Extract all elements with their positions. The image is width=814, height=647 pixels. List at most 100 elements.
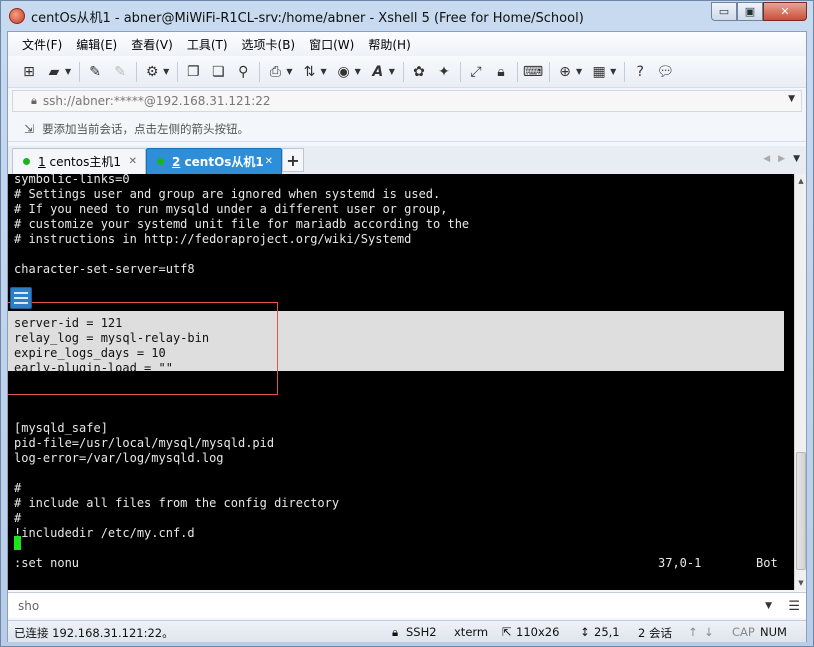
terminal-scrollbar[interactable]: ▲ ▼ [794,174,806,590]
connection-status: 已连接 192.168.31.121:22。 [14,626,174,640]
fullscreen-icon[interactable]: ⤢ [467,63,485,81]
vim-command-line: :set nonu [14,556,80,570]
tab-number: 2 [172,154,181,169]
disconnect-icon[interactable]: ✎ [111,63,129,81]
chevron-down-icon[interactable]: ▼ [286,67,292,76]
paste-icon[interactable]: ❏ [209,63,227,81]
highlight-annotation-box [8,302,278,395]
terminal-line: # instructions in http://fedoraproject.o… [14,232,412,246]
tab-next-icon[interactable]: ▶ [778,154,785,164]
terminal-line: # If you need to run mysqld under a diff… [14,202,448,216]
terminal-line: pid-file=/usr/local/mysql/mysqld.pid [14,436,275,450]
toolbar-separator [136,61,138,82]
terminal-line: # include all files from the config dire… [14,496,340,510]
close-icon[interactable]: ✕ [129,156,137,167]
connected-status-icon [157,158,164,165]
menu-file[interactable]: 文件(F) [22,36,62,53]
scroll-thumb[interactable] [796,452,806,570]
chat-icon[interactable]: 💬︎ [656,63,674,81]
font-icon[interactable]: A [369,63,387,81]
menu-window[interactable]: 窗口(W) [309,36,354,53]
address-input[interactable]: ssh://abner:*****@192.168.31.121:22 [43,94,271,108]
window-controls: ▭ ▣ ✕ [711,2,807,21]
num-lock-indicator: NUM [760,625,787,639]
terminal-line: symbolic-links=0 [14,174,130,186]
compose-input[interactable] [18,598,718,613]
chevron-down-icon[interactable]: ▼ [610,67,616,76]
help-icon[interactable]: ? [631,63,649,81]
toolbar-separator [259,61,261,82]
add-session-arrow-icon[interactable]: ⇲ [24,122,34,136]
chevron-down-icon[interactable]: ▼ [576,67,582,76]
restore-button[interactable]: ▣ [737,2,763,21]
menu-tools[interactable]: 工具(T) [187,36,228,53]
session-up-icon[interactable]: ↑ [688,625,698,639]
find-icon[interactable]: ⚲ [234,63,252,81]
chevron-down-icon[interactable]: ▼ [389,67,395,76]
cursor-position: 25,1 [594,625,620,639]
chevron-down-icon[interactable]: ▼ [793,154,800,164]
title-bar[interactable]: centOs从机1 - abner@MiWiFi-R1CL-srv:/home/… [1,1,813,31]
close-icon[interactable]: ✕ [265,156,273,167]
chevron-down-icon[interactable]: ▼ [320,67,326,76]
terminal-line: # Settings user and group are ignored wh… [14,187,441,201]
cursor-position-icon: ↕ [580,625,590,639]
terminal[interactable]: symbolic-links=0 # Settings user and gro… [8,174,794,590]
tab-centos-slave1[interactable]: 2 centOs从机1 ✕ [146,148,282,174]
tab-prev-icon[interactable]: ◀ [763,154,770,164]
scroll-up-icon[interactable]: ▲ [795,174,807,188]
chevron-down-icon[interactable]: ▼ [788,94,795,104]
tab-label: centOs从机1 [184,155,264,169]
menu-help[interactable]: 帮助(H) [368,36,410,53]
menu-view[interactable]: 查看(V) [131,36,173,53]
connected-status-icon [23,158,30,165]
chevron-down-icon[interactable]: ▼ [65,67,71,76]
add-tab-button[interactable]: + [282,148,304,172]
lock-icon[interactable]: 🔒︎ [492,63,510,81]
minimize-button[interactable]: ▭ [711,2,737,21]
compose-bar: ▼ ☰ [8,592,806,618]
quick-menu-icon[interactable] [10,287,32,309]
tab-centos-host1[interactable]: 1 centos主机1 ✕ [12,148,146,174]
hamburger-menu-icon[interactable]: ☰ [788,599,800,614]
keyboard-icon[interactable]: ⌨ [523,63,543,81]
session-hint-bar: ⇲ 要添加当前会话，点击左侧的箭头按钮。 [8,116,806,142]
protocol-label: SSH2 [406,625,437,639]
toolbar: ⊞ ▰ ▼ ✎ ✎ ⚙ ▼ ❐ ❏ ⚲ ⎙ ▼ ⇅ ▼ ◉ ▼ A ▼ ✿ ✦ [8,56,806,88]
open-folder-icon[interactable]: ▰ [45,63,63,81]
properties-icon[interactable]: ⚙ [143,63,161,81]
chevron-down-icon[interactable]: ▼ [765,601,772,611]
terminal-cursor [14,536,21,550]
toolbar-separator [516,61,518,82]
session-count: 2 会话 [638,626,672,640]
toolbar-separator [548,61,550,82]
print-icon[interactable]: ⎙ [266,63,284,81]
terminal-line: !includedir /etc/my.cnf.d [14,526,195,540]
padlock-icon: 🔒︎ [392,625,399,639]
vim-position: 37,0-1 [658,556,702,570]
new-session-icon[interactable]: ⊞ [20,63,38,81]
session-down-icon[interactable]: ↓ [704,625,714,639]
terminal-size: 110x26 [516,625,560,639]
chevron-down-icon[interactable]: ▼ [355,67,361,76]
connect-icon[interactable]: ✎ [86,63,104,81]
new-tab-icon[interactable]: ⊕ [556,63,574,81]
transfer-icon[interactable]: ⇅ [300,63,318,81]
globe-icon[interactable]: ◉ [335,63,353,81]
tab-number: 1 [38,154,46,169]
address-bar[interactable]: 🔒︎ ssh://abner:*****@192.168.31.121:22 ▼ [12,90,802,112]
menu-tab[interactable]: 选项卡(B) [242,36,296,53]
layout-icon[interactable]: ▦ [590,63,608,81]
chevron-down-icon[interactable]: ▼ [163,67,169,76]
terminal-line: # [14,511,22,525]
toolbar-separator [79,61,81,82]
xmanager-icon[interactable]: ✦ [435,63,453,81]
padlock-icon: 🔒︎ [31,94,37,107]
xftp-icon[interactable]: ✿ [410,63,428,81]
close-button[interactable]: ✕ [763,2,807,21]
menu-edit[interactable]: 编辑(E) [76,36,117,53]
scroll-down-icon[interactable]: ▼ [795,576,807,590]
client-area: 文件(F) 编辑(E) 查看(V) 工具(T) 选项卡(B) 窗口(W) 帮助(… [7,31,807,642]
copy-icon[interactable]: ❐ [184,63,202,81]
status-bar: 已连接 192.168.31.121:22。 🔒︎ SSH2 xterm ⇱ 1… [8,620,806,642]
